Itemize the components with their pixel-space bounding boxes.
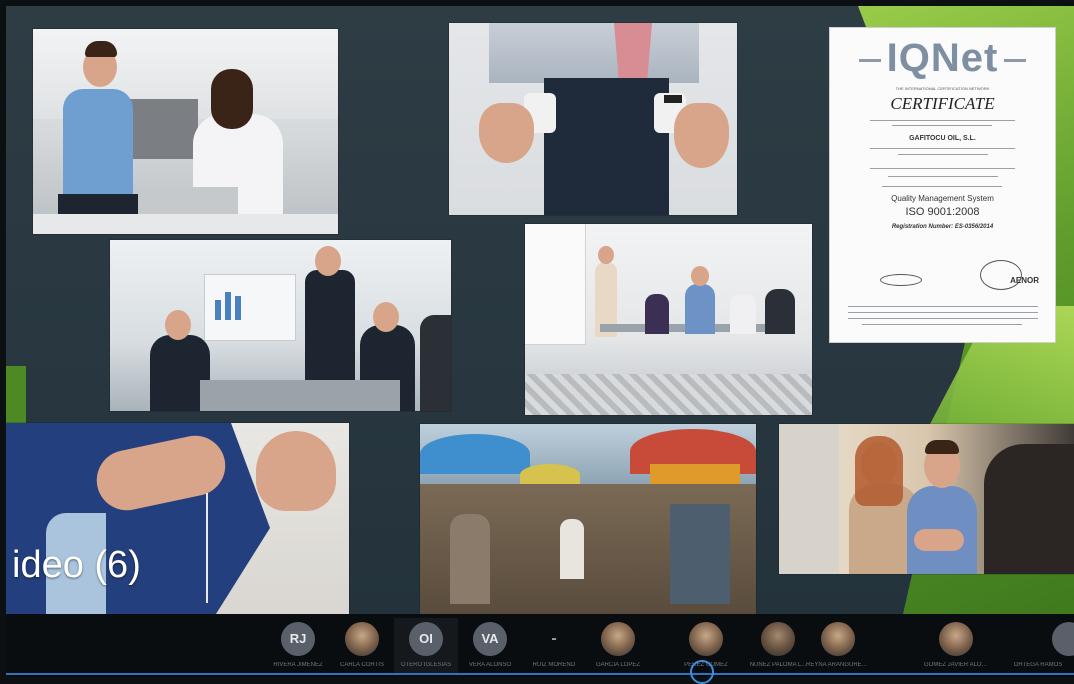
participant-tile[interactable]: RJ RIVERA JIMENEZ <box>266 618 330 674</box>
text-line <box>848 318 1038 319</box>
text-line <box>882 186 1002 187</box>
certificate-title: CERTIFICATE <box>890 94 995 113</box>
participant-tile[interactable]: GARCIA LOPEZ <box>586 618 650 674</box>
participant-avatar: VA <box>473 622 507 656</box>
text-line <box>848 312 1038 313</box>
participants-bar: RJ RIVERA JIMENEZ CARLA CORTIS OI OTERO … <box>6 614 1074 677</box>
slide-video-label: ideo (6) <box>12 544 141 586</box>
participant-name: NUÑEZ PALOMA L... <box>749 662 807 668</box>
certificate-document: IQNet THE INTERNATIONAL CERTIFICATION NE… <box>830 28 1055 342</box>
participant-avatar <box>345 622 379 656</box>
participant-avatar <box>821 622 855 656</box>
photo-office-kitchen-chat <box>33 29 338 234</box>
participant-avatar: - <box>551 630 557 647</box>
participant-name: OTERO IGLESIAS <box>400 662 452 668</box>
certificate-system: Quality Management System <box>891 194 994 203</box>
participant-avatar <box>939 622 973 656</box>
participant-avatar: OI <box>409 622 443 656</box>
photo-empty-pockets <box>449 23 737 215</box>
text-line <box>892 125 992 126</box>
participant-name: REYNA ARANGUREN GUTIERREZ <box>806 662 870 668</box>
text-line <box>870 148 1015 149</box>
presentation-slide: IQNet THE INTERNATIONAL CERTIFICATION NE… <box>6 6 1074 614</box>
photo-conference-presentation <box>525 224 812 415</box>
participant-name: GOMEZ JAVIER ALONSO CERVERA <box>924 662 988 668</box>
participant-tile[interactable]: REYNA ARANGUREN GUTIERREZ <box>806 618 870 674</box>
cursor-ring-icon <box>690 660 714 684</box>
signature <box>880 274 922 286</box>
participant-tile[interactable]: ORTEGA RAMOS <box>1006 618 1074 674</box>
certificate-standard: ISO 9001:2008 <box>905 206 980 218</box>
participant-tile[interactable]: NUÑEZ PALOMA L... <box>746 618 810 674</box>
participant-name: GARCIA LOPEZ <box>595 662 640 668</box>
certificate-registration: Registration Number: ES-0356/2014 <box>891 224 994 230</box>
participant-name: RIVERA JIMENEZ <box>273 662 323 668</box>
certificate-network: THE INTERNATIONAL CERTIFICATION NETWORK <box>895 86 990 91</box>
participant-tile[interactable]: VA VERA ALONSO <box>458 618 522 674</box>
meeting-progress-bar <box>6 673 1074 675</box>
certificate-issuer: AENOR <box>1010 276 1039 285</box>
photo-handshake-agreement <box>779 424 1074 574</box>
participant-name: RUIZ MORENO <box>532 662 576 668</box>
signature-stamp <box>980 260 1022 290</box>
participant-tile[interactable]: - RUIZ MORENO <box>522 618 586 674</box>
participant-avatar <box>601 622 635 656</box>
text-line <box>862 324 1022 325</box>
participant-tile[interactable]: GOMEZ JAVIER ALONSO CERVERA <box>924 618 988 674</box>
participant-tile[interactable]: OI OTERO IGLESIAS <box>394 618 458 674</box>
text-line <box>870 120 1015 121</box>
text-line <box>870 168 1015 169</box>
participant-name: ORTEGA RAMOS <box>1013 662 1063 668</box>
text-line <box>848 306 1038 307</box>
participant-name: CARLA CORTIS <box>340 662 384 668</box>
photo-office-presentation <box>110 240 451 411</box>
participant-avatar <box>689 622 723 656</box>
participant-avatar: RJ <box>281 622 315 656</box>
text-line <box>888 176 998 177</box>
photo-street-market <box>420 424 756 614</box>
participant-avatar <box>1052 622 1074 656</box>
text-line <box>898 154 988 155</box>
participant-avatar <box>761 622 795 656</box>
certificate-company: GAFITOCU OIL, S.L. <box>909 135 976 142</box>
iqnet-logo: IQNet <box>830 36 1055 81</box>
participant-name: VERA ALONSO <box>468 662 512 668</box>
participant-tile[interactable]: CARLA CORTIS <box>330 618 394 674</box>
